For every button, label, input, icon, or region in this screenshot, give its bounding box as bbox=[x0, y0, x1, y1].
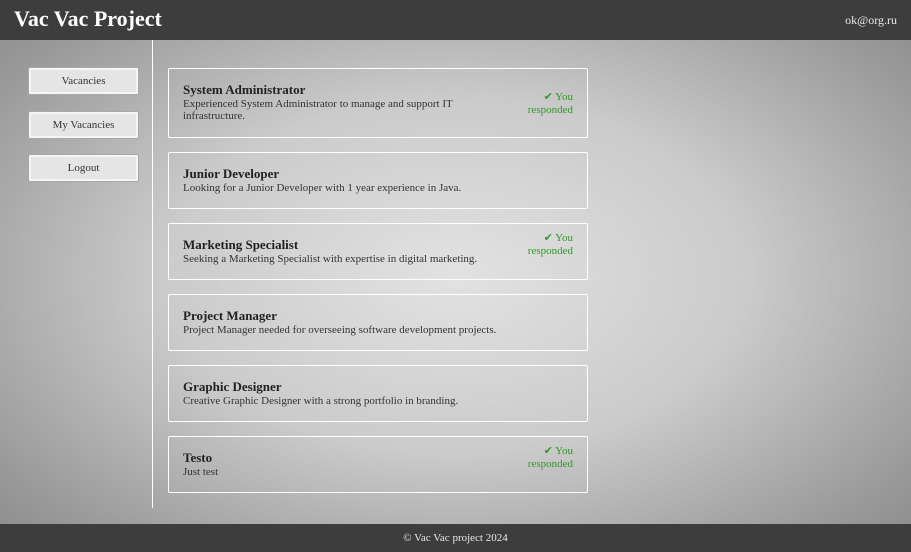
vacancy-title: Graphic Designer bbox=[183, 379, 282, 394]
vacancy-description: Looking for a Junior Developer with 1 ye… bbox=[183, 182, 462, 194]
user-email[interactable]: ok@org.ru bbox=[845, 13, 897, 28]
vacancy-description: Creative Graphic Designer with a strong … bbox=[183, 395, 459, 407]
footer-copyright: © Vac Vac project 2024 bbox=[403, 532, 508, 544]
responded-badge: ✔ You responded bbox=[527, 91, 573, 116]
vacancy-list: System Administrator Experienced System … bbox=[168, 68, 588, 507]
vacancy-card[interactable]: Testo Just test ✔ You responded bbox=[168, 436, 588, 493]
vacancy-card[interactable]: Junior Developer Looking for a Junior De… bbox=[168, 152, 588, 209]
vacancy-title: Project Manager bbox=[183, 308, 277, 323]
vacancy-title: Junior Developer bbox=[183, 166, 280, 181]
vacancy-card[interactable]: Graphic Designer Creative Graphic Design… bbox=[168, 365, 588, 422]
vacancy-card[interactable]: Marketing Specialist Seeking a Marketing… bbox=[168, 223, 588, 280]
vacancies-button[interactable]: Vacancies bbox=[28, 67, 139, 95]
app-header: Vac Vac Project ok@org.ru bbox=[0, 0, 911, 40]
vacancy-description: Just test bbox=[183, 466, 219, 478]
sidebar: Vacancies My Vacancies Logout bbox=[0, 40, 153, 508]
app-title: Vac Vac Project bbox=[14, 6, 162, 31]
responded-badge: ✔ You responded bbox=[527, 232, 573, 257]
logout-button[interactable]: Logout bbox=[28, 154, 139, 182]
my-vacancies-button[interactable]: My Vacancies bbox=[28, 111, 139, 139]
footer: © Vac Vac project 2024 bbox=[0, 524, 911, 552]
vacancy-card[interactable]: System Administrator Experienced System … bbox=[168, 68, 588, 138]
vacancy-description: Experienced System Administrator to mana… bbox=[183, 98, 453, 122]
vacancy-description: Seeking a Marketing Specialist with expe… bbox=[183, 253, 478, 265]
vacancy-card[interactable]: Project Manager Project Manager needed f… bbox=[168, 294, 588, 351]
responded-badge: ✔ You responded bbox=[527, 445, 573, 470]
vacancy-description: Project Manager needed for overseeing so… bbox=[183, 324, 497, 336]
